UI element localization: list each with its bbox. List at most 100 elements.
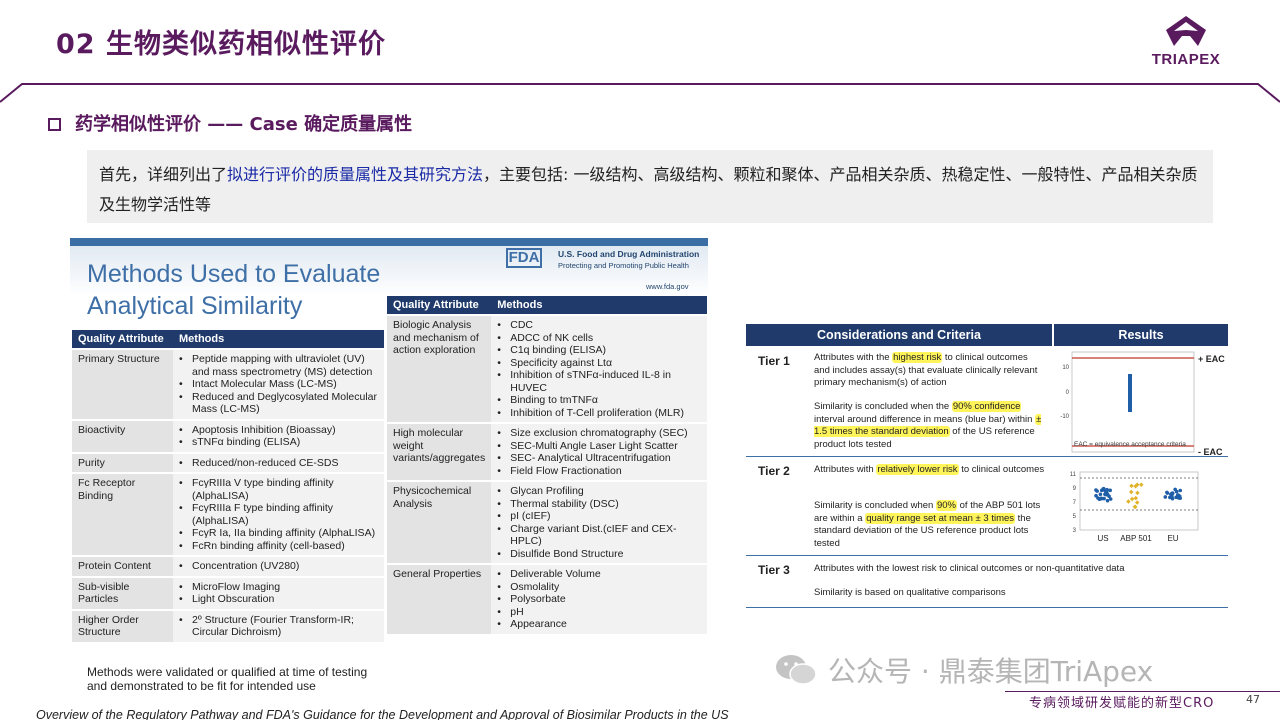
method-item: Apoptosis Inhibition (Bioassay) — [179, 424, 378, 437]
method-item: CDC — [497, 319, 701, 332]
methods-cell: 2º Structure (Fourier Transform-IR; Circ… — [173, 608, 384, 642]
fda-org: U.S. Food and Drug Administration — [558, 249, 700, 259]
col-results: Results — [1052, 324, 1228, 346]
data-point — [1178, 488, 1183, 493]
data-point — [1104, 490, 1108, 494]
method-item: Peptide mapping with ultraviolet (UV) an… — [179, 353, 378, 378]
data-point — [1134, 500, 1140, 505]
method-item: Concentration (UV280) — [179, 560, 378, 573]
method-item: Charge variant Dist.(cIEF and CEX-HPLC) — [497, 523, 701, 548]
section-heading-text: 药学相似性评价 —— Case 确定质量属性 — [75, 114, 413, 135]
tier2-text-a: Attributes with relatively lower risk to… — [814, 464, 1045, 475]
highlight: highest risk — [892, 352, 943, 363]
fda-tagline: Protecting and Promoting Public Health — [558, 261, 689, 270]
data-point — [1165, 490, 1169, 495]
method-item: 2º Structure (Fourier Transform-IR; Circ… — [179, 614, 378, 639]
methods-cell: Glycan ProfilingThermal stability (DSC)p… — [491, 480, 707, 564]
abp501-dots — [1126, 482, 1144, 510]
data-point — [1105, 498, 1110, 503]
intro-highlight: 拟进行评价的质量属性及其研究方法 — [227, 165, 484, 184]
table-row: Physicochemical AnalysisGlycan Profiling… — [387, 480, 707, 564]
method-item: FcRn binding affinity (cell-based) — [179, 540, 378, 553]
wechat-icon — [776, 655, 817, 685]
method-item: Field Flow Fractionation — [497, 465, 701, 478]
tier1-label: Tier 1 — [758, 354, 790, 368]
method-item: C1q binding (ELISA) — [497, 344, 701, 357]
eu-dots — [1163, 487, 1183, 501]
quality-attribute-cell: High molecular weight variants/aggregate… — [387, 422, 492, 481]
page-number: 47 — [1246, 693, 1260, 706]
tier2-tick: 11 — [1070, 472, 1077, 478]
method-item: pH — [497, 606, 701, 619]
tier1-tick: 0 — [1066, 390, 1070, 396]
data-point — [1129, 483, 1134, 489]
data-point — [1163, 495, 1168, 499]
section-heading: 药学相似性评价 —— Case 确定质量属性 — [48, 110, 412, 136]
logo-text: TRIAPEX — [1151, 51, 1221, 68]
col-considerations: Considerations and Criteria — [746, 324, 1052, 346]
quality-attribute-cell: Purity — [72, 451, 173, 473]
quality-attribute-cell: Bioactivity — [72, 418, 173, 453]
methods-cell: Concentration (UV280) — [173, 555, 384, 577]
method-item: Inhibition of sTNFα-induced IL-8 in HUVE… — [497, 369, 701, 394]
methods-cell: Reduced/non-reduced CE-SDS — [173, 451, 384, 473]
left-attribute-table: Quality Attribute Methods Primary Struct… — [72, 330, 384, 642]
data-point — [1135, 490, 1140, 496]
table-row: Primary StructurePeptide mapping with ul… — [72, 348, 384, 420]
highlight: quality range set at mean ± 3 times — [865, 512, 1016, 524]
table-row: General PropertiesDeliverable VolumeOsmo… — [387, 563, 707, 634]
tier2-tick: 3 — [1073, 528, 1077, 534]
method-item: Appearance — [497, 618, 701, 631]
data-point — [1170, 492, 1174, 496]
method-item: ADCC of NK cells — [497, 332, 701, 345]
tier-separator — [746, 456, 1228, 457]
tier-separator — [746, 555, 1228, 556]
method-item: pI (cIEF) — [497, 510, 701, 523]
criteria-figure: Considerations and Criteria Results Tier… — [746, 324, 1228, 608]
us-dots — [1094, 486, 1113, 503]
intro-box: 首先，详细列出了拟进行评价的质量属性及其研究方法，主要包括: 一级结构、高级结构… — [87, 150, 1213, 223]
fda-title: Methods Used to Evaluate Analytical Simi… — [87, 260, 381, 320]
table-row: Sub-visible ParticlesMicroFlow ImagingLi… — [72, 575, 384, 610]
method-item: Glycan Profiling — [497, 485, 701, 498]
table-row: High molecular weight variants/aggregate… — [387, 422, 707, 481]
table-row: Biologic Analysis and mechanism of actio… — [387, 314, 707, 423]
fda-note: Methods were validated or qualified at t… — [87, 665, 368, 693]
tier2-text-b: Similarity is concluded when 90% of the … — [814, 500, 1041, 549]
method-item: Binding to tmTNFα — [497, 394, 701, 407]
quality-attribute-cell: Sub-visible Particles — [72, 575, 173, 610]
methods-cell: Peptide mapping with ultraviolet (UV) an… — [173, 348, 384, 420]
methods-cell: FcγRIIIa V type binding affinity (AlphaL… — [173, 472, 384, 556]
method-item: Osmolality — [497, 581, 701, 594]
intro-prefix: 首先，详细列出了 — [99, 165, 228, 184]
tier3-text-b: Similarity is based on qualitative compa… — [814, 587, 1006, 598]
table-row: Fc Receptor BindingFcγRIIIa V type bindi… — [72, 472, 384, 556]
data-point — [1133, 495, 1139, 501]
col-quality-attribute: Quality Attribute — [387, 296, 492, 315]
data-point — [1095, 489, 1099, 493]
methods-cell: CDCADCC of NK cellsC1q binding (ELISA)Sp… — [491, 314, 707, 423]
data-point — [1174, 495, 1178, 500]
highlight: relatively lower risk — [876, 464, 959, 475]
tier1-text-a: Attributes with the highest risk to clin… — [814, 352, 1038, 388]
data-point — [1168, 495, 1172, 500]
triapex-logo: TRIAPEX — [1136, 14, 1236, 70]
method-item: FcγRIIIa F type binding affinity (AlphaL… — [179, 502, 378, 527]
footer-tagline: 专病领域研发赋能的新型CRO — [1029, 696, 1215, 711]
quality-attribute-cell: Fc Receptor Binding — [72, 472, 173, 556]
tier1-text-b: Similarity is concluded when the 90% con… — [814, 401, 1042, 450]
method-item: Disulfide Bond Structure — [497, 548, 701, 561]
data-point — [1108, 488, 1112, 493]
quality-attribute-cell: General Properties — [387, 563, 492, 634]
confidence-bar — [1128, 374, 1132, 412]
checkbox-bullet-icon — [48, 118, 61, 131]
tier1-tick: -10 — [1060, 414, 1069, 420]
table-row: Protein Content Concentration (UV280) — [72, 555, 384, 577]
quality-attribute-cell: Protein Content — [72, 555, 173, 577]
group-label: EU — [1167, 534, 1178, 543]
tier2-tick: 9 — [1073, 486, 1077, 492]
data-point — [1102, 496, 1106, 501]
watermark: 公众号 · 鼎泰集团TriApex — [828, 655, 1154, 688]
tier1-tick: 10 — [1062, 365, 1069, 371]
method-item: sTNFα binding (ELISA) — [179, 436, 378, 449]
